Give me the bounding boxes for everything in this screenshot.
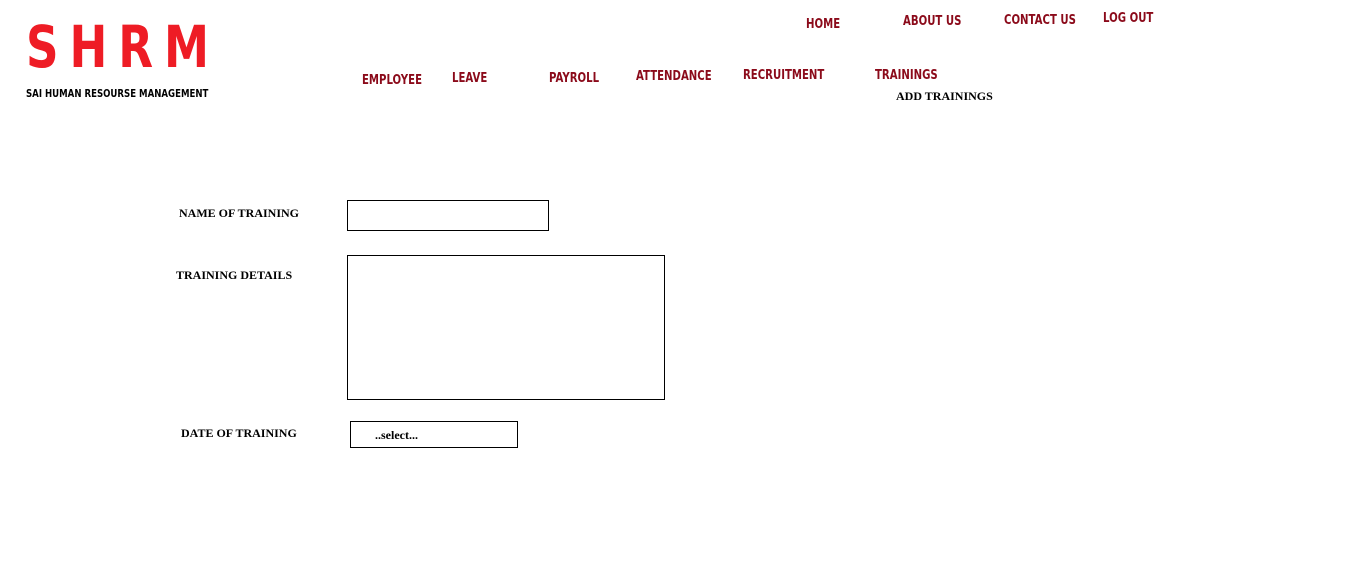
nav-about-us-link[interactable]: ABOUT US <box>903 14 961 29</box>
nav-attendance-link[interactable]: ATTENDANCE <box>636 69 712 84</box>
training-name-input[interactable] <box>347 200 549 231</box>
page-subtitle: ADD TRAININGS <box>896 89 993 103</box>
nav-payroll-link[interactable]: PAYROLL <box>549 71 599 86</box>
training-details-label: TRAINING DETAILS <box>176 268 293 282</box>
logo: SHRM <box>26 13 220 81</box>
nav-leave-link[interactable]: LEAVE <box>452 71 487 86</box>
logo-tagline: SAI HUMAN RESOURSE MANAGEMENT <box>26 87 209 100</box>
nav-contact-us-link[interactable]: CONTACT US <box>1004 13 1076 28</box>
nav-home-link[interactable]: HOME <box>806 17 840 32</box>
nav-employee-link[interactable]: EMPLOYEE <box>362 73 422 88</box>
training-date-select[interactable]: ..select... <box>350 421 518 448</box>
nav-recruitment-link[interactable]: RECRUITMENT <box>743 68 824 83</box>
nav-trainings-link[interactable]: TRAININGS <box>875 68 938 83</box>
training-details-textarea[interactable] <box>347 255 665 400</box>
training-name-label: NAME OF TRAINING <box>179 206 300 220</box>
training-date-label: DATE OF TRAINING <box>181 426 297 440</box>
nav-log-out-link[interactable]: LOG OUT <box>1103 11 1153 26</box>
